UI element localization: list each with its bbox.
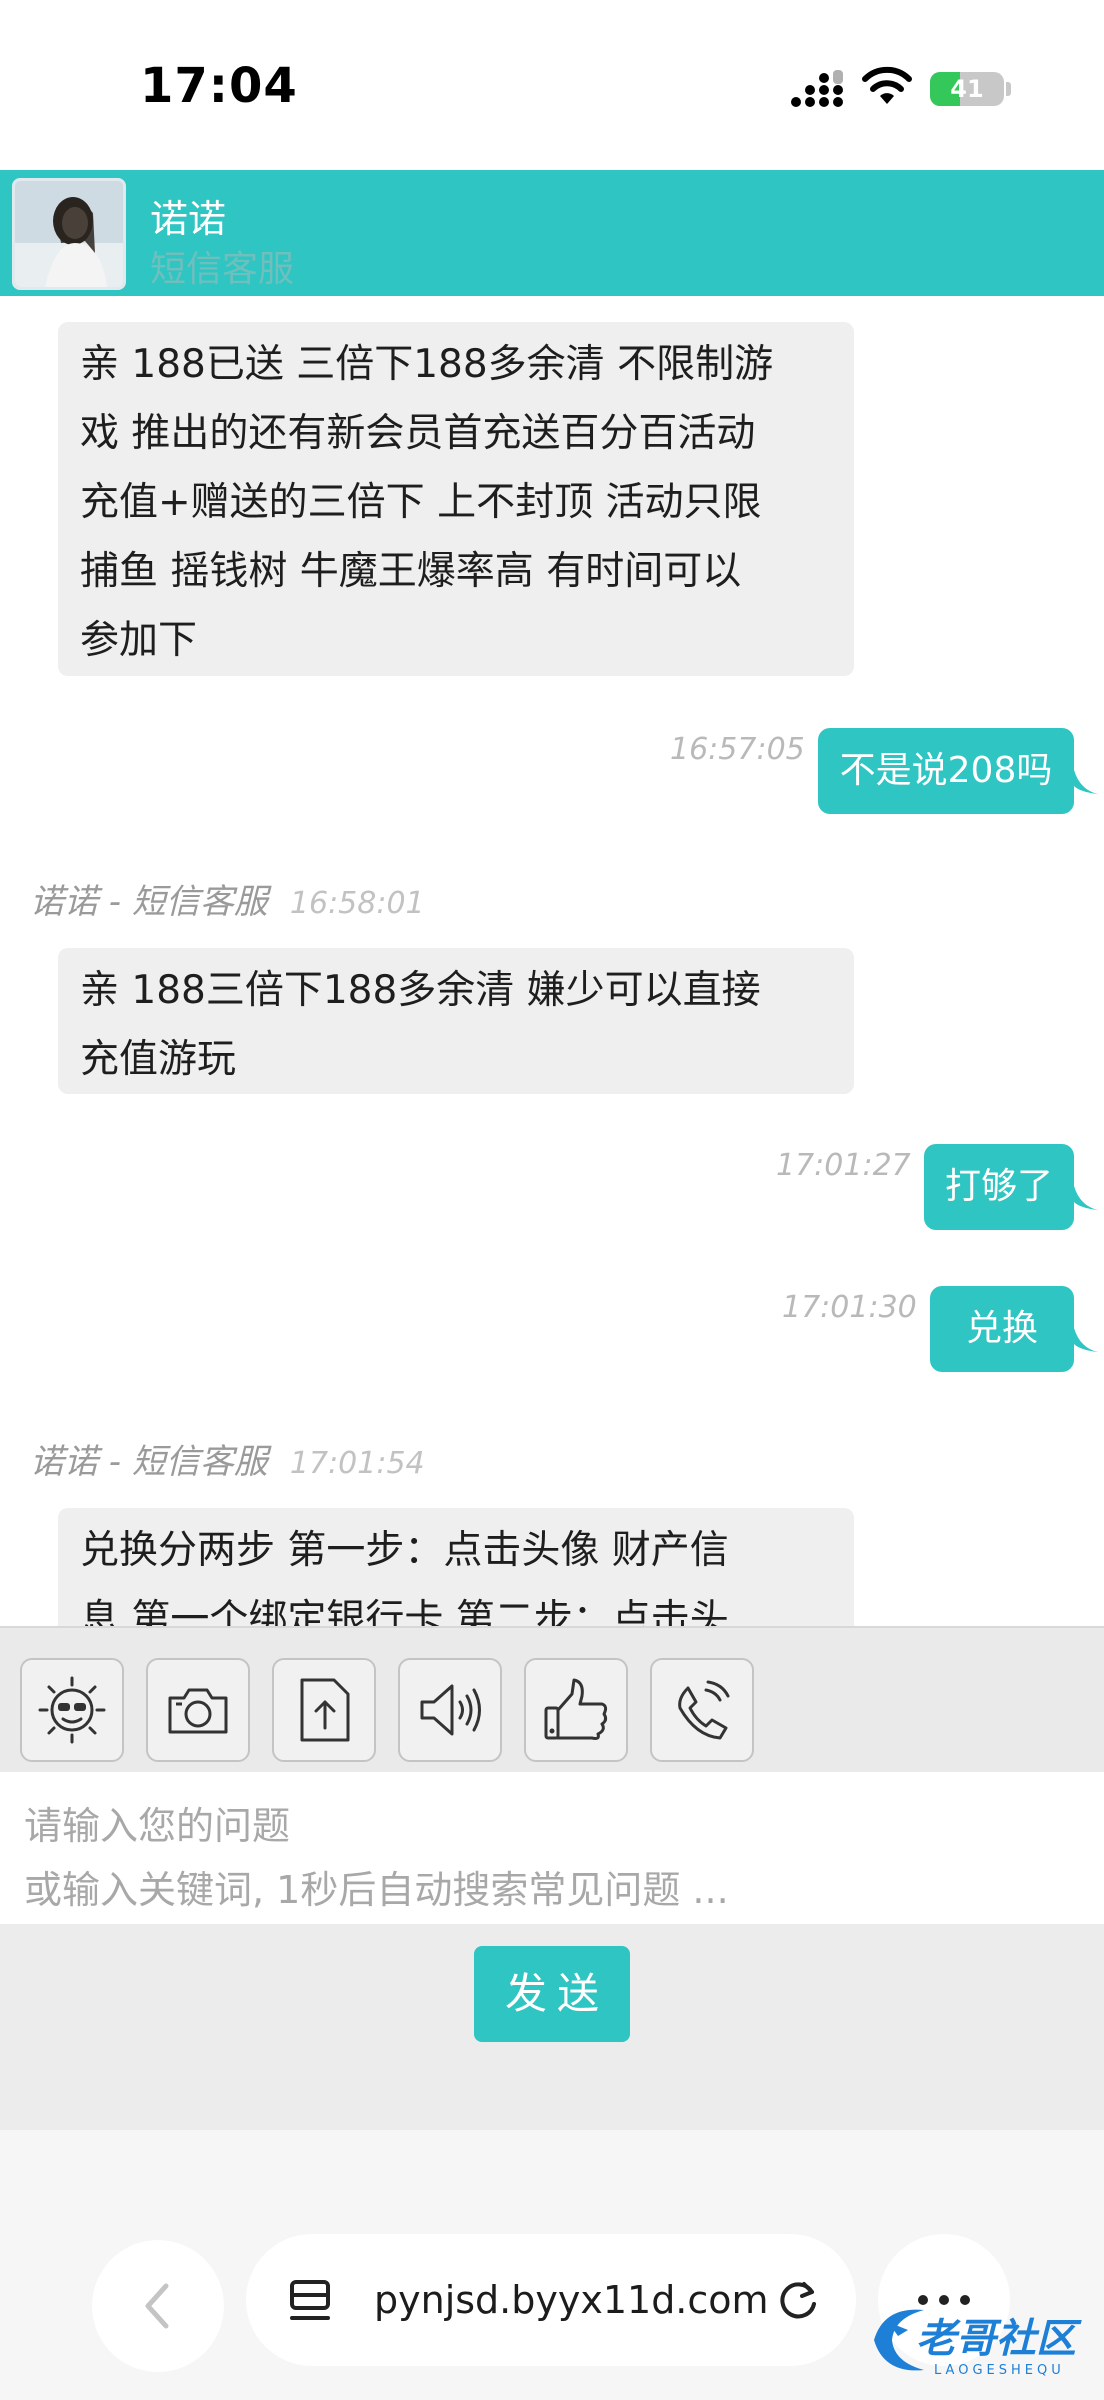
sender-name: 诺诺 - 短信客服 [30,1442,268,1482]
signal-icon [791,70,843,107]
incoming-message: 亲 188已送 三倍下188多余清 不限制游 戏 推出的还有新会员首充送百分百活… [58,322,854,676]
status-bar: 17:04 41 [0,0,1104,170]
outgoing-message: 兑换 [930,1286,1074,1372]
message-line: 戏 推出的还有新会员首充送百分百活动 [80,411,756,456]
agent-role: 短信客服 [150,249,295,290]
rate-button[interactable] [524,1658,628,1762]
agent-name: 诺诺 [150,197,227,241]
message-input[interactable] [0,1772,1104,1924]
send-area: 发送 [0,1924,1104,2130]
emoji-sunglasses-icon [38,1676,106,1744]
battery-level: 41 [950,75,984,103]
emoji-button[interactable] [20,1658,124,1762]
message-timestamp: 17:01:54 [289,1446,425,1481]
voice-button[interactable] [398,1658,502,1762]
bubble-tail [1074,1328,1098,1352]
svg-text:老哥社区: 老哥社区 [916,2316,1082,2362]
message-timestamp: 16:57:05 [670,732,805,767]
speaker-icon [420,1684,481,1736]
message-line: 亲 188三倍下188多余清 嫌少可以直接 [80,968,761,1013]
avatar-image [15,181,123,287]
incoming-message: 亲 188三倍下188多余清 嫌少可以直接 充值游玩 [58,948,854,1094]
back-button[interactable] [92,2240,224,2372]
message-timestamp: 17:01:30 [782,1290,917,1325]
status-time: 17:04 [140,58,298,114]
url-text: pynjsd.byyx11d.com [374,2278,769,2322]
message-line: 充值+赠送的三倍下 上不封顶 活动只限 [80,480,762,525]
call-button[interactable] [650,1658,754,1762]
message-timestamp: 16:58:01 [289,886,425,921]
battery-icon: 41 [930,72,1004,106]
bubble-tail [1074,770,1098,794]
message-line: 亲 188已送 三倍下188多余清 不限制游 [80,342,774,387]
camera-icon [168,1688,228,1734]
phone-icon [678,1680,730,1740]
watermark-logo: 老哥社区 LAOGESHEQU [874,2309,1082,2378]
address-bar[interactable]: pynjsd.byyx11d.com [246,2234,856,2366]
sender-line: 诺诺 - 短信客服 17:01:54 [30,1434,425,1483]
wifi-icon [862,66,912,104]
message-line: 兑换分两步 第一步：点击头像 财产信 [80,1528,729,1573]
sender-line: 诺诺 - 短信客服 16:58:01 [30,874,425,923]
message-line: 息 第一个绑定银行卡 第二步：点击头 [80,1597,729,1626]
send-button[interactable]: 发送 [474,1946,630,2042]
reload-icon[interactable] [774,2276,824,2326]
bubble-tail [1074,1186,1098,1210]
message-timestamp: 17:01:27 [776,1148,911,1183]
sender-name: 诺诺 - 短信客服 [30,882,268,922]
message-list[interactable]: 亲 188已送 三倍下188多余清 不限制游 戏 推出的还有新会员首充送百分百活… [0,296,1104,1626]
outgoing-message: 不是说208吗 [818,728,1074,814]
chat-header: 诺诺 短信客服 [0,170,1104,296]
file-upload-button[interactable] [272,1658,376,1762]
file-upload-icon [300,1678,350,1742]
avatar[interactable] [12,178,126,290]
message-input-area [0,1772,1104,1924]
svg-text:LAOGESHEQU: LAOGESHEQU [934,2363,1065,2378]
message-line: 捕鱼 摇钱树 牛魔王爆率高 有时间可以 [80,549,742,594]
page-menu-icon [290,2280,330,2320]
message-line: 参加下 [80,618,198,663]
message-line: 充值游玩 [80,1037,237,1082]
chevron-left-icon [145,2283,169,2329]
incoming-message: 兑换分两步 第一步：点击头像 财产信 息 第一个绑定银行卡 第二步：点击头 [58,1508,854,1626]
chat-toolbar [0,1626,1104,1772]
battery-cap [1006,82,1011,96]
camera-button[interactable] [146,1658,250,1762]
outgoing-message: 打够了 [924,1144,1074,1230]
thumbs-up-icon [544,1678,608,1740]
